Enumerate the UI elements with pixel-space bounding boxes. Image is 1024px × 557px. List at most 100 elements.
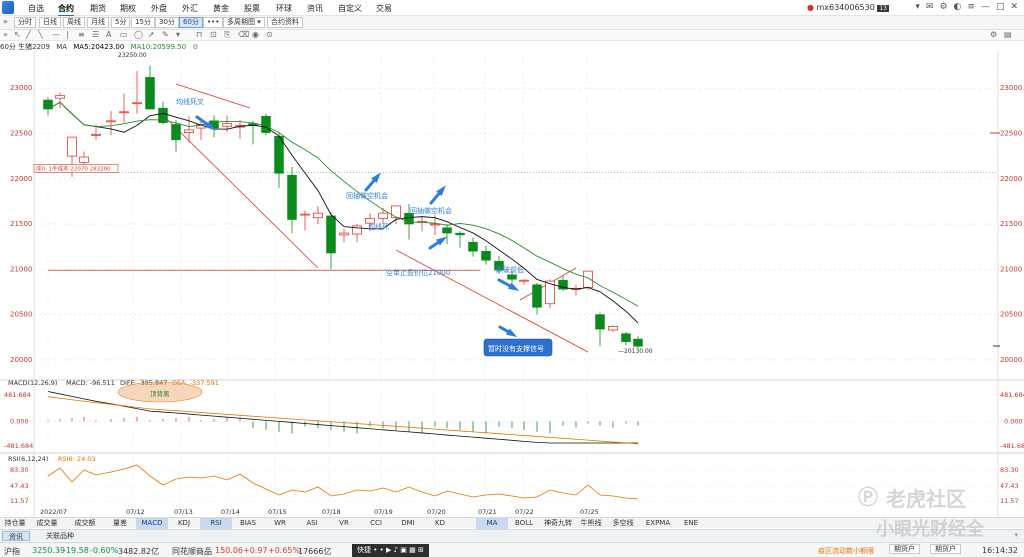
menu-icon[interactable]: ▾ <box>915 2 920 12</box>
fib-tool-icon[interactable]: ☰ <box>92 30 99 39</box>
settings-icon[interactable]: ⚙ <box>990 30 997 39</box>
chart-icon[interactable]: ▦ <box>409 546 416 554</box>
collapse-icon[interactable]: » <box>3 30 8 39</box>
indicator-tab-VR[interactable]: VR <box>328 518 360 529</box>
candlestick-chart[interactable]: 23250.00 —20130.00 均线死叉回抽做空机会回抽做空机会均线死空单止… <box>0 41 1024 517</box>
minimize-icon[interactable]: — <box>981 2 990 12</box>
indicator-tab-EXPMA[interactable]: EXPMA <box>640 518 676 529</box>
arrow-icon-head <box>508 282 520 291</box>
play-icon[interactable]: ▶ <box>386 546 391 554</box>
indicator-tab-成交额[interactable]: 成交额 <box>66 518 104 529</box>
indicator-tab-量差[interactable]: 量差 <box>104 518 136 529</box>
text-tool-icon[interactable]: A <box>106 30 111 39</box>
grid-icon[interactable]: ⊞ <box>418 546 424 554</box>
indicator-tab-RSI[interactable]: RSI <box>200 518 232 529</box>
channel-tool-icon[interactable]: ≡ <box>78 30 85 39</box>
indicator-tab-KDJ[interactable]: KDJ <box>168 518 200 529</box>
skin-icon[interactable]: ◐ <box>954 2 962 12</box>
ray-tool-icon[interactable]: ╲ <box>38 30 43 39</box>
menu-item-global[interactable]: 环球 <box>276 3 292 14</box>
timeframe-5min[interactable]: 5分 <box>111 17 131 28</box>
close-icon[interactable]: ✕ <box>1010 2 1018 12</box>
timeframe-15min[interactable]: 15分 <box>131 17 155 28</box>
timeframe-weekly[interactable]: 周线 <box>63 17 85 28</box>
multi-period-chart-dropdown[interactable]: 多周期图 ▾ <box>223 17 265 28</box>
candle-body-up <box>184 129 194 133</box>
line-tool-icon[interactable]: ╱ <box>26 30 31 39</box>
indicator-tab-神奇九转[interactable]: 神奇九转 <box>540 518 576 529</box>
menu-item-watchlist[interactable]: 自选 <box>28 3 44 14</box>
volume-icon[interactable]: ♪ <box>394 546 398 554</box>
delete-icon[interactable]: ⌫ <box>238 30 249 39</box>
indicator-tab-BIAS[interactable]: BIAS <box>232 518 264 529</box>
panel-icon[interactable]: ▤ <box>1004 30 1012 39</box>
magnet-icon[interactable]: ⊓ <box>196 30 202 39</box>
user-account[interactable]: ● mx634006530 13 <box>807 3 889 12</box>
contract-info-button[interactable]: 合约资料 <box>267 17 303 28</box>
candle-body-up <box>55 95 65 99</box>
more-tools-icon[interactable]: ▾ <box>176 30 180 39</box>
indicator-tab-MACD[interactable]: MACD <box>136 518 168 529</box>
y-tick-label-left: 21000 <box>10 265 32 273</box>
indicator-tab-ASI[interactable]: ASI <box>296 518 328 529</box>
menu-item-forex[interactable]: 外汇 <box>182 3 198 14</box>
menu-item-trade[interactable]: 交易 <box>376 3 392 14</box>
top-price-label: 23250.00 <box>118 52 147 59</box>
futures-account-button-a[interactable]: 期货户 <box>889 544 920 554</box>
indicator-tab-ENE[interactable]: ENE <box>676 518 706 529</box>
indicator-tab-MA[interactable]: MA <box>476 518 508 529</box>
futures-account-button-b[interactable]: 期货户 <box>930 544 961 554</box>
brush-tool-icon[interactable]: ✎ <box>162 30 169 39</box>
menu-item-news[interactable]: 资讯 <box>307 3 323 14</box>
menu-item-stocks[interactable]: 股票 <box>244 3 260 14</box>
menu-item-futures[interactable]: 期货 <box>90 3 106 14</box>
username: mx634006530 <box>816 3 875 12</box>
menu-item-gold[interactable]: 黄金 <box>213 3 229 14</box>
tool-icon[interactable]: ≡ <box>967 2 975 12</box>
candle-body-up <box>91 134 101 136</box>
indicator-tab-持仓量[interactable]: 持仓量 <box>2 518 28 529</box>
timeframe-30min[interactable]: 30分 <box>155 17 179 28</box>
timeframe-intraday[interactable]: 分时 <box>14 17 36 28</box>
copy-icon[interactable]: ⎘ <box>224 30 230 40</box>
menu-item-options[interactable]: 期权 <box>120 3 136 14</box>
menu-item-contract[interactable]: 合约 <box>58 3 74 17</box>
indicator-tab-多空线[interactable]: 多空线 <box>606 518 640 529</box>
settings-icon[interactable]: ⚙ <box>939 2 947 12</box>
rect-tool-icon[interactable]: ▭ <box>120 30 128 39</box>
indicator-tab-WR[interactable]: WR <box>264 518 296 529</box>
lock-icon[interactable]: ⊡ <box>210 30 217 39</box>
indicator-tab-CCI[interactable]: CCI <box>360 518 392 529</box>
quick-bar[interactable]: 快捷 • • ▶ ♪ ▣ ▦ ⊞ <box>352 544 429 557</box>
menu-item-custom[interactable]: 自定义 <box>338 3 362 14</box>
menu-item-foreign-market[interactable]: 外盘 <box>151 3 167 14</box>
indicator-tab-成交量[interactable]: 成交量 <box>28 518 66 529</box>
last-price-label: —20130.00 <box>618 348 653 355</box>
candle-body-down <box>455 232 465 236</box>
screenshot-icon[interactable]: ⊙ <box>266 30 273 39</box>
tab-news[interactable]: 资讯 <box>2 531 30 541</box>
annotation-text: 均线死叉回抽做空机会回抽做空机会均线死空单止盈价位21000 跌破前低成0: 1手… <box>33 97 553 357</box>
cursor-icon[interactable]: ↖ <box>14 30 21 39</box>
vline-tool-icon[interactable]: | <box>66 30 69 39</box>
news-close-icon[interactable]: ▾ <box>1014 531 1018 539</box>
display-icon[interactable]: ▣ <box>400 546 407 554</box>
ellipse-tool-icon[interactable]: ◯ <box>134 30 143 39</box>
maximize-icon[interactable]: □ <box>996 2 1005 12</box>
tab-related-products[interactable]: 关联品种 <box>40 531 80 541</box>
indicator-tab-DMI[interactable]: DMI <box>392 518 424 529</box>
hline-tool-icon[interactable]: — <box>52 30 60 39</box>
arrow-tool-icon[interactable]: ➚ <box>148 30 155 39</box>
timeframe-more[interactable]: ••• <box>203 17 224 28</box>
candle-body-down <box>481 250 491 261</box>
mail-icon[interactable]: ✉ <box>926 2 934 12</box>
status-notice[interactable]: 疫区流动数小额限 <box>818 546 874 556</box>
timeframe-daily[interactable]: 日线 <box>39 17 61 28</box>
collapse-icon[interactable]: » <box>3 17 8 26</box>
timeframe-60min[interactable]: 60分 <box>179 17 203 28</box>
indicator-tab-KD[interactable]: KD <box>424 518 456 529</box>
eye-icon[interactable]: ◉ <box>252 30 259 39</box>
indicator-tab-牛熊线[interactable]: 牛熊线 <box>576 518 606 529</box>
indicator-tab-BOLL[interactable]: BOLL <box>508 518 540 529</box>
timeframe-monthly[interactable]: 月线 <box>87 17 109 28</box>
